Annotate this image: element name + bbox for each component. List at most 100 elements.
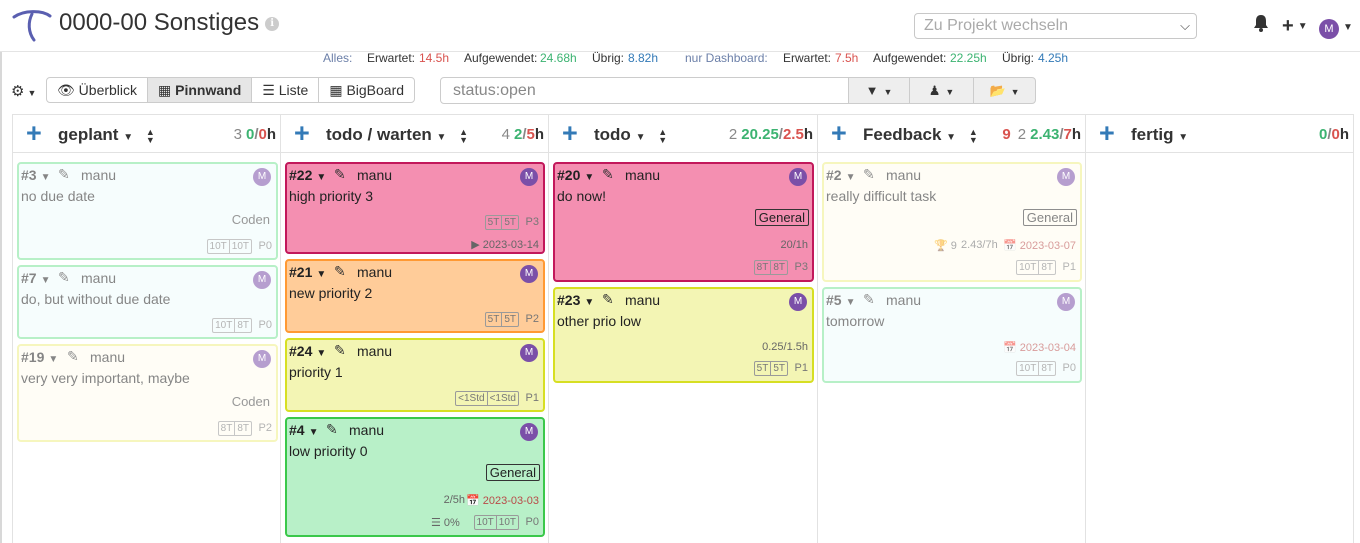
task-title[interactable]: tomorrow <box>826 313 884 329</box>
filter-menu-button[interactable]: ▼ ▼ <box>848 77 910 104</box>
task-id-text: #2 <box>826 167 842 183</box>
task-title[interactable]: high priority 3 <box>289 188 373 204</box>
task-id[interactable]: #3 ▼ <box>21 167 50 183</box>
task-id[interactable]: #5 ▼ <box>826 292 855 308</box>
add-task-button[interactable]: + <box>26 120 42 147</box>
task-card[interactable]: #20 ▼ ✎ manu M do now! General 20/1h 8T 8T… <box>553 162 814 282</box>
task-title[interactable]: new priority 2 <box>289 285 372 301</box>
task-card[interactable]: #2 ▼ ✎ manu M really difficult task Gener… <box>822 162 1082 282</box>
user-menu-button[interactable]: M ▼ <box>1319 16 1353 40</box>
task-title[interactable]: very very important, maybe <box>21 370 190 386</box>
column-title[interactable]: fertig ▼ <box>1131 125 1188 145</box>
edit-icon[interactable]: ✎ <box>334 263 346 280</box>
sort-icon[interactable]: ▲ ▼ <box>969 127 978 144</box>
task-id[interactable]: #20 ▼ <box>557 167 594 183</box>
chevron-down-icon: ⌵ <box>1180 18 1190 33</box>
app-logo-icon[interactable] <box>12 8 52 44</box>
add-task-button[interactable]: + <box>1099 120 1115 147</box>
task-id[interactable]: #21 ▼ <box>289 264 326 280</box>
task-card[interactable]: #7 ▼ ✎ manu M do, but without due date 10… <box>17 265 278 339</box>
settings-menu-button[interactable]: ⚙ ▼ <box>11 82 36 100</box>
task-title[interactable]: priority 1 <box>289 364 343 380</box>
add-task-button[interactable]: + <box>294 120 310 147</box>
notifications-bell-icon[interactable] <box>1253 14 1269 38</box>
add-task-button[interactable]: + <box>562 120 578 147</box>
add-menu-button[interactable]: + ▼ <box>1282 14 1308 38</box>
chip: 8T <box>234 422 251 435</box>
edit-icon[interactable]: ✎ <box>334 342 346 359</box>
time-chips: <1Std <1Std <box>455 391 519 406</box>
task-card[interactable]: #19 ▼ ✎ manu M very very important, maybe… <box>17 344 278 442</box>
task-id-text: #7 <box>21 270 37 286</box>
filter-icon: ▼ <box>865 83 879 98</box>
task-id[interactable]: #22 ▼ <box>289 167 326 183</box>
edit-icon[interactable]: ✎ <box>67 348 79 365</box>
task-title[interactable]: really difficult task <box>826 188 936 204</box>
view-pinboard-button[interactable]: ▦ Pinnwand <box>147 77 253 103</box>
task-card[interactable]: #24 ▼ ✎ manu M priority 1 <1Std <1Std P1 <box>285 338 545 412</box>
column-title[interactable]: todo ▼ ▲ ▼ <box>594 125 667 145</box>
stats-dash-expected: 7.5h <box>835 51 859 65</box>
avatar: M <box>253 350 271 368</box>
stats-dash-spent: 22.25h <box>950 51 987 65</box>
task-id[interactable]: #24 ▼ <box>289 343 326 359</box>
time-chips: 10T 10T <box>206 239 252 254</box>
column-geplant: + geplant ▼ ▲ ▼ 3 0/0h #3 ▼ ✎ manu M no due… <box>12 114 281 543</box>
task-card[interactable]: #4 ▼ ✎ manu M low priority 0 General 2/5h… <box>285 417 545 537</box>
edit-icon[interactable]: ✎ <box>58 166 70 183</box>
project-switch-select[interactable]: Zu Projekt wechseln ⌵ <box>914 13 1197 39</box>
eye-icon: 👁 <box>57 82 75 98</box>
view-bigboard-button[interactable]: ▦ BigBoard <box>318 77 416 103</box>
task-card[interactable]: #23 ▼ ✎ manu M other prio low 0.25/1.5h 5… <box>553 287 814 383</box>
stats-all-remaining: 8.82h <box>628 51 659 65</box>
filter-input[interactable]: status:open <box>440 77 849 104</box>
edit-icon[interactable]: ✎ <box>602 291 614 308</box>
task-id[interactable]: #7 ▼ <box>21 270 50 286</box>
column-title[interactable]: geplant ▼ ▲ ▼ <box>58 125 155 145</box>
task-id[interactable]: #23 ▼ <box>557 292 594 308</box>
sort-icon[interactable]: ▲ ▼ <box>459 127 468 144</box>
view-list-button[interactable]: ☰ Liste <box>251 77 320 103</box>
task-card[interactable]: #3 ▼ ✎ manu M no due date Coden 10T 10T P0 <box>17 162 278 260</box>
edit-icon[interactable]: ✎ <box>58 269 70 286</box>
sort-icon[interactable]: ▲ ▼ <box>658 127 667 144</box>
folder-filter-button[interactable]: 📂 ▼ <box>973 77 1036 104</box>
chip: 5T <box>501 216 518 229</box>
task-title[interactable]: low priority 0 <box>289 443 368 459</box>
task-id[interactable]: #4 ▼ <box>289 422 318 438</box>
task-title[interactable]: no due date <box>21 188 95 204</box>
caret-down-icon: ▼ <box>316 348 327 359</box>
column-title[interactable]: todo / warten ▼ ▲ ▼ <box>326 125 468 145</box>
edit-icon[interactable]: ✎ <box>334 166 346 183</box>
expected-hours: 2.5 <box>782 126 804 143</box>
task-id-text: #20 <box>557 167 581 183</box>
caret-down-icon: ▼ <box>316 172 327 183</box>
task-title[interactable]: do now! <box>557 188 606 204</box>
view-overview-button[interactable]: 👁 Überblick <box>46 77 149 103</box>
user-filter-button[interactable]: ♟ ▼ <box>909 77 974 104</box>
add-task-button[interactable]: + <box>831 120 847 147</box>
avatar: M <box>1057 293 1075 311</box>
task-card[interactable]: #5 ▼ ✎ manu M tomorrow 📅 2023-03-04 10T 8T… <box>822 287 1082 383</box>
edit-icon[interactable]: ✎ <box>863 291 875 308</box>
edit-icon[interactable]: ✎ <box>863 166 875 183</box>
sort-icon[interactable]: ▲ ▼ <box>146 127 155 144</box>
user-icon: ♟ <box>928 83 941 98</box>
time-chips: 8T 8T <box>217 421 252 436</box>
edit-icon[interactable]: ✎ <box>602 166 614 183</box>
due-date: 📅 2023-03-07 <box>1003 239 1076 252</box>
task-id[interactable]: #2 ▼ <box>826 167 855 183</box>
due-date-text: 2023-03-04 <box>1019 342 1076 354</box>
column-counts: 4 2/5h <box>502 126 544 143</box>
task-card[interactable]: #21 ▼ ✎ manu M new priority 2 5T 5T P2 <box>285 259 545 333</box>
priority-label: P3 <box>525 216 539 228</box>
column-header: + todo / warten ▼ ▲ ▼ 4 2/5h <box>281 114 548 153</box>
edit-icon[interactable]: ✎ <box>326 421 338 438</box>
priority-label: P2 <box>258 422 272 434</box>
task-title[interactable]: other prio low <box>557 313 641 329</box>
task-card[interactable]: #22 ▼ ✎ manu M high priority 3 5T 5T P3 ▶ … <box>285 162 545 254</box>
column-title[interactable]: Feedback ▼ ▲ ▼ <box>863 125 978 145</box>
info-icon[interactable]: i <box>265 16 280 31</box>
task-title[interactable]: do, but without due date <box>21 291 170 307</box>
task-id[interactable]: #19 ▼ <box>21 349 58 365</box>
